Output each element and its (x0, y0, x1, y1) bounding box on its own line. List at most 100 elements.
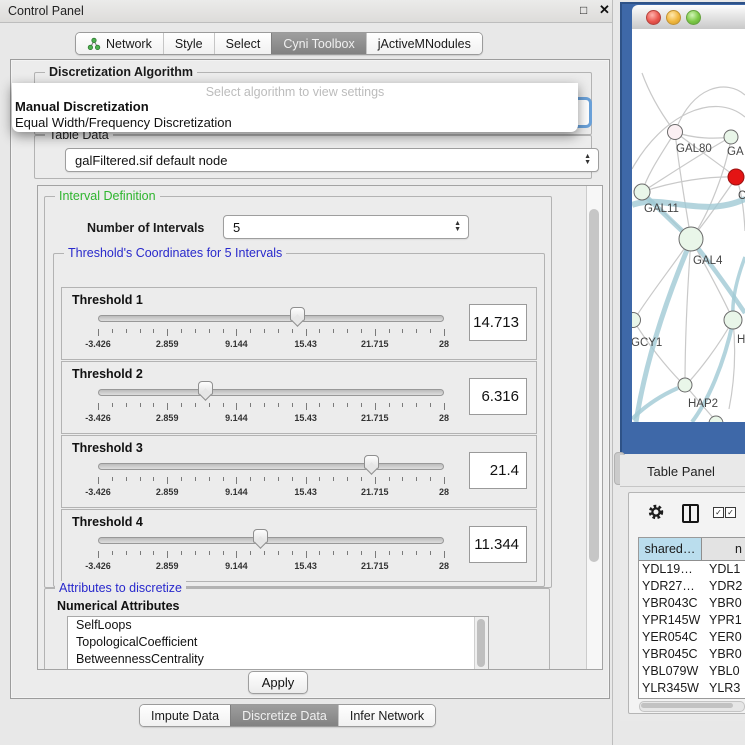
threshold-slider[interactable]: -3.4262.8599.14415.4321.71528 (98, 288, 444, 359)
tick-mark (416, 477, 417, 481)
table-row[interactable]: YBR045CYBR0 (639, 646, 745, 663)
slider-track[interactable] (98, 315, 444, 322)
table-row[interactable]: YBL079WYBL0 (639, 663, 745, 680)
tick-label: 21.715 (361, 561, 389, 571)
list-scrollbar[interactable] (474, 617, 488, 669)
table-row[interactable]: YPR145WYPR1 (639, 612, 745, 629)
tick-label: 21.715 (361, 487, 389, 497)
node-table[interactable]: shared…nYDL19…YDL1YDR27…YDR2YBR043CYBR0Y… (638, 537, 745, 699)
slider-thumb[interactable] (198, 381, 213, 400)
slider-thumb[interactable] (253, 529, 268, 548)
table-row[interactable]: YDL19…YDL1 (639, 561, 745, 578)
edge[interactable] (642, 132, 675, 192)
threshold-value-field[interactable]: 11.344 (469, 526, 527, 563)
attribute-item[interactable]: SelfLoops (68, 617, 488, 634)
network-window-titlebar[interactable] (632, 5, 745, 30)
attribute-item[interactable]: BetweennessCentrality (68, 651, 488, 668)
node-c[interactable] (728, 169, 744, 185)
network-graph[interactable]: GAL80GACGAL11GAL4GCY1HHAP2 (632, 29, 745, 422)
number-of-intervals-select[interactable]: 5 ▲▼ (223, 215, 469, 239)
tab-impute-data[interactable]: Impute Data (140, 705, 230, 726)
edge[interactable] (685, 239, 691, 385)
columns-icon[interactable] (682, 504, 699, 523)
tick-label: 2.859 (156, 339, 179, 349)
threshold-value-field[interactable]: 14.713 (469, 304, 527, 341)
tab-cyni-toolbox[interactable]: Cyni Toolbox (271, 33, 365, 54)
node-ga[interactable] (724, 130, 738, 144)
table-h-scrollbar-thumb[interactable] (641, 703, 733, 708)
close-panel-icon[interactable]: ✕ (599, 2, 610, 18)
control-panel-header: Control Panel □ ✕ (0, 0, 612, 23)
tick-label: -3.426 (85, 339, 111, 349)
tick-mark (389, 551, 390, 555)
table-row[interactable]: YDR27…YDR2 (639, 578, 745, 595)
tab-discretize-data[interactable]: Discretize Data (230, 705, 338, 726)
threshold-slider[interactable]: -3.4262.8599.14415.4321.71528 (98, 362, 444, 433)
zoom-window-icon[interactable] (686, 10, 701, 25)
tick-mark (333, 329, 334, 333)
tick-label: 28 (439, 413, 449, 423)
node-gal80[interactable] (668, 125, 683, 140)
network-canvas[interactable]: GAL80GACGAL11GAL4GCY1HHAP2 (632, 29, 745, 422)
edge[interactable] (675, 132, 731, 138)
edge[interactable] (642, 73, 675, 132)
settings-scroll-pane: Interval Definition Number of Intervals … (37, 185, 603, 670)
float-window-icon[interactable]: □ (580, 3, 587, 17)
attribute-item[interactable]: TopologicalCoefficient (68, 634, 488, 651)
apply-button[interactable]: Apply (248, 671, 308, 694)
table-data-select[interactable]: galFiltered.sif default node ▲▼ (65, 148, 599, 172)
node-gcy1[interactable] (632, 313, 641, 328)
edge[interactable] (675, 87, 745, 132)
algorithm-option[interactable]: Manual Discretization (15, 99, 575, 115)
slider-thumb[interactable] (290, 307, 305, 326)
slider-thumb[interactable] (364, 455, 379, 474)
tab-select[interactable]: Select (214, 33, 272, 54)
table-h-scrollbar[interactable] (639, 701, 745, 712)
tick-mark (236, 329, 237, 336)
node-gal4[interactable] (679, 227, 703, 251)
select-columns-icon[interactable]: ✓ ✓ (713, 507, 736, 518)
node-hap2[interactable] (678, 378, 692, 392)
tab-network[interactable]: Network (76, 33, 163, 54)
tick-mark (444, 477, 445, 484)
threshold-value-field[interactable]: 6.316 (469, 378, 527, 415)
tick-mark (223, 477, 224, 481)
threshold-slider[interactable]: -3.4262.8599.14415.4321.71528 (98, 510, 444, 581)
tab-label: Cyni Toolbox (283, 37, 354, 51)
node-h[interactable] (724, 311, 742, 329)
table-row[interactable]: YLR345WYLR3 (639, 680, 745, 697)
threshold-row: Threshold 3-3.4262.8599.14415.4321.71528… (61, 435, 537, 508)
table-row[interactable]: YER054CYER0 (639, 629, 745, 646)
tab-style[interactable]: Style (163, 33, 214, 54)
tick-label: 9.144 (225, 413, 248, 423)
gear-icon[interactable] (647, 503, 665, 521)
settings-scrollbar-thumb[interactable] (589, 209, 599, 562)
edge[interactable] (691, 239, 733, 320)
close-window-icon[interactable] (646, 10, 661, 25)
edge[interactable] (642, 177, 736, 192)
node-gal11[interactable] (634, 184, 650, 200)
slider-track[interactable] (98, 537, 444, 544)
node-unnamed[interactable] (709, 416, 723, 422)
tab-infer-network[interactable]: Infer Network (338, 705, 435, 726)
tick-mark (195, 403, 196, 407)
column-header-name[interactable]: n (702, 538, 745, 560)
slider-track[interactable] (98, 389, 444, 396)
tick-mark (444, 329, 445, 336)
table-row[interactable]: YIL052CYIL0 (639, 697, 745, 699)
control-panel-title: Control Panel (8, 0, 84, 22)
tab-label: Infer Network (350, 709, 424, 723)
threshold-slider[interactable]: -3.4262.8599.14415.4321.71528 (98, 436, 444, 507)
numerical-attributes-list[interactable]: SelfLoopsTopologicalCoefficientBetweenne… (67, 616, 489, 670)
tick-mark (209, 403, 210, 407)
threshold-value-field[interactable]: 21.4 (469, 452, 527, 489)
table-row[interactable]: YBR043CYBR0 (639, 595, 745, 612)
column-header-shared-name[interactable]: shared… (639, 538, 702, 560)
list-scrollbar-thumb[interactable] (477, 619, 485, 667)
tab-jactivemnodules[interactable]: jActiveMNodules (366, 33, 482, 54)
minimize-window-icon[interactable] (666, 10, 681, 25)
settings-scrollbar[interactable] (586, 186, 602, 669)
slider-track[interactable] (98, 463, 444, 470)
tick-mark (319, 551, 320, 555)
algorithm-option[interactable]: Equal Width/Frequency Discretization (15, 115, 575, 131)
